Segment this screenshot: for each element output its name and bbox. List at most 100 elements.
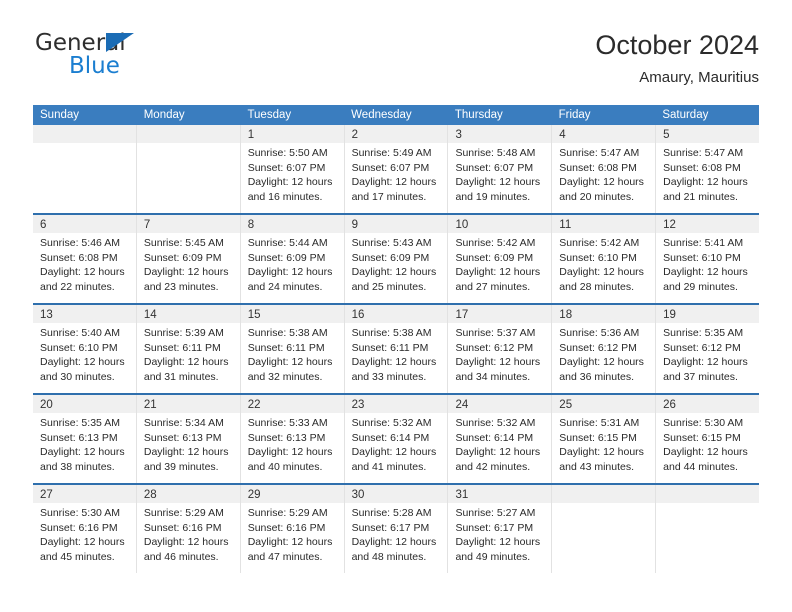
day-detail-line: and 21 minutes.: [663, 190, 738, 203]
day-cell[interactable]: 18 Sunrise: 5:36 AM Sunset: 6:12 PM Dayligh…: [552, 305, 657, 393]
day-number-band: 13: [33, 305, 136, 323]
day-detail-line: Daylight: 12 hours: [455, 266, 541, 279]
day-cell[interactable]: 1 Sunrise: 5:50 AM Sunset: 6:07 PM Daylight…: [240, 125, 345, 213]
day-cell[interactable]: 5 Sunrise: 5:47 AM Sunset: 6:08 PM Daylight…: [656, 125, 760, 213]
day-number-band: 12: [656, 215, 760, 233]
day-detail-line: Daylight: 12 hours: [247, 536, 333, 549]
day-number-band: 30: [344, 485, 448, 503]
day-detail-line: Daylight: 12 hours: [247, 356, 333, 369]
day-detail-line: Daylight: 12 hours: [559, 356, 644, 369]
day-detail-line: Sunset: 6:12 PM: [663, 341, 741, 354]
week-row: 13 Sunrise: 5:40 AM Sunset: 6:10 PM Dayligh…: [33, 303, 760, 393]
day-cell[interactable]: 14 Sunrise: 5:39 AM Sunset: 6:11 PM Dayligh…: [136, 305, 241, 393]
day-number-band: 8: [240, 215, 344, 233]
day-number: 1: [247, 129, 255, 141]
day-detail-line: Sunrise: 5:44 AM: [247, 237, 328, 249]
day-cell[interactable]: 3 Sunrise: 5:48 AM Sunset: 6:07 PM Daylight…: [448, 125, 553, 213]
day-number: 31: [455, 489, 469, 501]
day-cell[interactable]: 4 Sunrise: 5:47 AM Sunset: 6:08 PM Daylight…: [552, 125, 657, 213]
day-cell[interactable]: 10 Sunrise: 5:42 AM Sunset: 6:09 PM Dayligh…: [448, 215, 553, 303]
day-cell[interactable]: 8 Sunrise: 5:44 AM Sunset: 6:09 PM Daylight…: [240, 215, 345, 303]
day-detail-lines: [552, 503, 655, 506]
day-detail-line: Daylight: 12 hours: [247, 446, 333, 459]
day-cell[interactable]: 9 Sunrise: 5:43 AM Sunset: 6:09 PM Daylight…: [344, 215, 449, 303]
day-detail-lines: Sunrise: 5:45 AM Sunset: 6:09 PM Daylight:…: [137, 233, 240, 294]
day-detail-line: Sunset: 6:14 PM: [455, 431, 534, 444]
day-cell[interactable]: 29 Sunrise: 5:29 AM Sunset: 6:16 PM Dayligh…: [240, 485, 345, 573]
day-detail-line: Sunrise: 5:47 AM: [559, 147, 640, 159]
day-detail-line: Sunrise: 5:32 AM: [351, 417, 432, 429]
day-number-band: 3: [448, 125, 552, 143]
day-cell[interactable]: 31 Sunrise: 5:27 AM Sunset: 6:17 PM Dayligh…: [448, 485, 553, 573]
day-number: 13: [40, 309, 53, 321]
day-cell[interactable]: 28 Sunrise: 5:29 AM Sunset: 6:16 PM Dayligh…: [136, 485, 241, 573]
day-detail-lines: Sunrise: 5:47 AM Sunset: 6:08 PM Daylight:…: [552, 143, 655, 204]
day-number: 15: [247, 309, 261, 321]
day-cell[interactable]: 25 Sunrise: 5:31 AM Sunset: 6:15 PM Dayligh…: [552, 395, 657, 483]
day-detail-line: Daylight: 12 hours: [455, 356, 541, 369]
week-row: 20 Sunrise: 5:35 AM Sunset: 6:13 PM Dayligh…: [33, 393, 760, 483]
weekday-header-wednesday: Wednesday: [351, 109, 412, 121]
day-detail-line: Daylight: 12 hours: [663, 176, 748, 189]
day-number-band: 23: [344, 395, 448, 413]
day-detail-line: Sunset: 6:11 PM: [143, 341, 221, 354]
triangle-icon: [106, 33, 134, 52]
day-detail-lines: Sunrise: 5:30 AM Sunset: 6:16 PM Daylight:…: [33, 503, 136, 564]
day-detail-line: Sunrise: 5:45 AM: [143, 237, 224, 249]
day-number-band: 20: [33, 395, 136, 413]
day-number: 20: [40, 399, 53, 411]
day-detail-line: Daylight: 12 hours: [351, 356, 437, 369]
day-cell[interactable]: 19 Sunrise: 5:35 AM Sunset: 6:12 PM Dayligh…: [656, 305, 760, 393]
day-detail-line: and 34 minutes.: [455, 370, 531, 383]
day-detail-line: Sunrise: 5:38 AM: [247, 327, 328, 339]
day-detail-line: and 20 minutes.: [559, 190, 635, 203]
day-cell[interactable]: 23 Sunrise: 5:32 AM Sunset: 6:14 PM Dayligh…: [344, 395, 449, 483]
day-detail-line: and 19 minutes.: [455, 190, 531, 203]
title-block: October 2024 Amaury, Mauritius: [595, 28, 759, 89]
day-detail-line: Daylight: 12 hours: [247, 176, 333, 189]
day-detail-line: Sunset: 6:09 PM: [247, 251, 326, 264]
day-cell[interactable]: 21 Sunrise: 5:34 AM Sunset: 6:13 PM Dayligh…: [136, 395, 241, 483]
day-number: 22: [247, 399, 261, 411]
day-number-band: [136, 125, 240, 143]
day-detail-line: Daylight: 12 hours: [559, 266, 644, 279]
day-cell[interactable]: 26 Sunrise: 5:30 AM Sunset: 6:15 PM Dayligh…: [656, 395, 760, 483]
day-number: 24: [455, 399, 469, 411]
day-detail-line: Sunrise: 5:46 AM: [40, 237, 120, 249]
day-number-band: 18: [552, 305, 656, 323]
day-number-band: [552, 485, 656, 503]
day-cell-empty: [33, 125, 137, 213]
day-detail-line: Sunset: 6:08 PM: [663, 161, 741, 174]
day-number-band: 25: [552, 395, 656, 413]
day-detail-line: and 45 minutes.: [40, 550, 115, 563]
day-detail-line: Daylight: 12 hours: [40, 536, 125, 549]
day-cell[interactable]: 12 Sunrise: 5:41 AM Sunset: 6:10 PM Dayligh…: [656, 215, 760, 303]
day-cell[interactable]: 13 Sunrise: 5:40 AM Sunset: 6:10 PM Dayligh…: [33, 305, 137, 393]
day-cell[interactable]: 16 Sunrise: 5:38 AM Sunset: 6:11 PM Dayligh…: [344, 305, 449, 393]
day-cell[interactable]: 20 Sunrise: 5:35 AM Sunset: 6:13 PM Dayligh…: [33, 395, 137, 483]
day-detail-lines: Sunrise: 5:41 AM Sunset: 6:10 PM Daylight:…: [656, 233, 759, 294]
day-cell[interactable]: 22 Sunrise: 5:33 AM Sunset: 6:13 PM Dayligh…: [240, 395, 345, 483]
day-cell[interactable]: 15 Sunrise: 5:38 AM Sunset: 6:11 PM Dayligh…: [240, 305, 345, 393]
day-detail-line: Daylight: 12 hours: [455, 446, 541, 459]
day-cell[interactable]: 11 Sunrise: 5:42 AM Sunset: 6:10 PM Dayligh…: [552, 215, 657, 303]
day-detail-line: Daylight: 12 hours: [351, 176, 437, 189]
day-cell[interactable]: 17 Sunrise: 5:37 AM Sunset: 6:12 PM Dayligh…: [448, 305, 553, 393]
day-detail-line: and 33 minutes.: [351, 370, 427, 383]
day-number: 28: [143, 489, 157, 501]
day-detail-lines: [33, 143, 136, 146]
page-title: October 2024: [595, 30, 759, 60]
day-cell[interactable]: 6 Sunrise: 5:46 AM Sunset: 6:08 PM Daylight…: [33, 215, 137, 303]
day-detail-line: and 48 minutes.: [351, 550, 427, 563]
day-number: 18: [559, 309, 573, 321]
day-cell[interactable]: 2 Sunrise: 5:49 AM Sunset: 6:07 PM Daylight…: [344, 125, 449, 213]
day-detail-line: Daylight: 12 hours: [663, 356, 748, 369]
day-cell[interactable]: 27 Sunrise: 5:30 AM Sunset: 6:16 PM Dayligh…: [33, 485, 137, 573]
day-detail-line: Daylight: 12 hours: [351, 266, 437, 279]
day-cell[interactable]: 30 Sunrise: 5:28 AM Sunset: 6:17 PM Dayligh…: [344, 485, 449, 573]
day-cell-empty: [136, 125, 241, 213]
day-cell[interactable]: 7 Sunrise: 5:45 AM Sunset: 6:09 PM Daylight…: [136, 215, 241, 303]
day-cell[interactable]: 24 Sunrise: 5:32 AM Sunset: 6:14 PM Dayligh…: [448, 395, 553, 483]
day-detail-line: and 23 minutes.: [143, 280, 219, 293]
day-number-band: 19: [656, 305, 760, 323]
